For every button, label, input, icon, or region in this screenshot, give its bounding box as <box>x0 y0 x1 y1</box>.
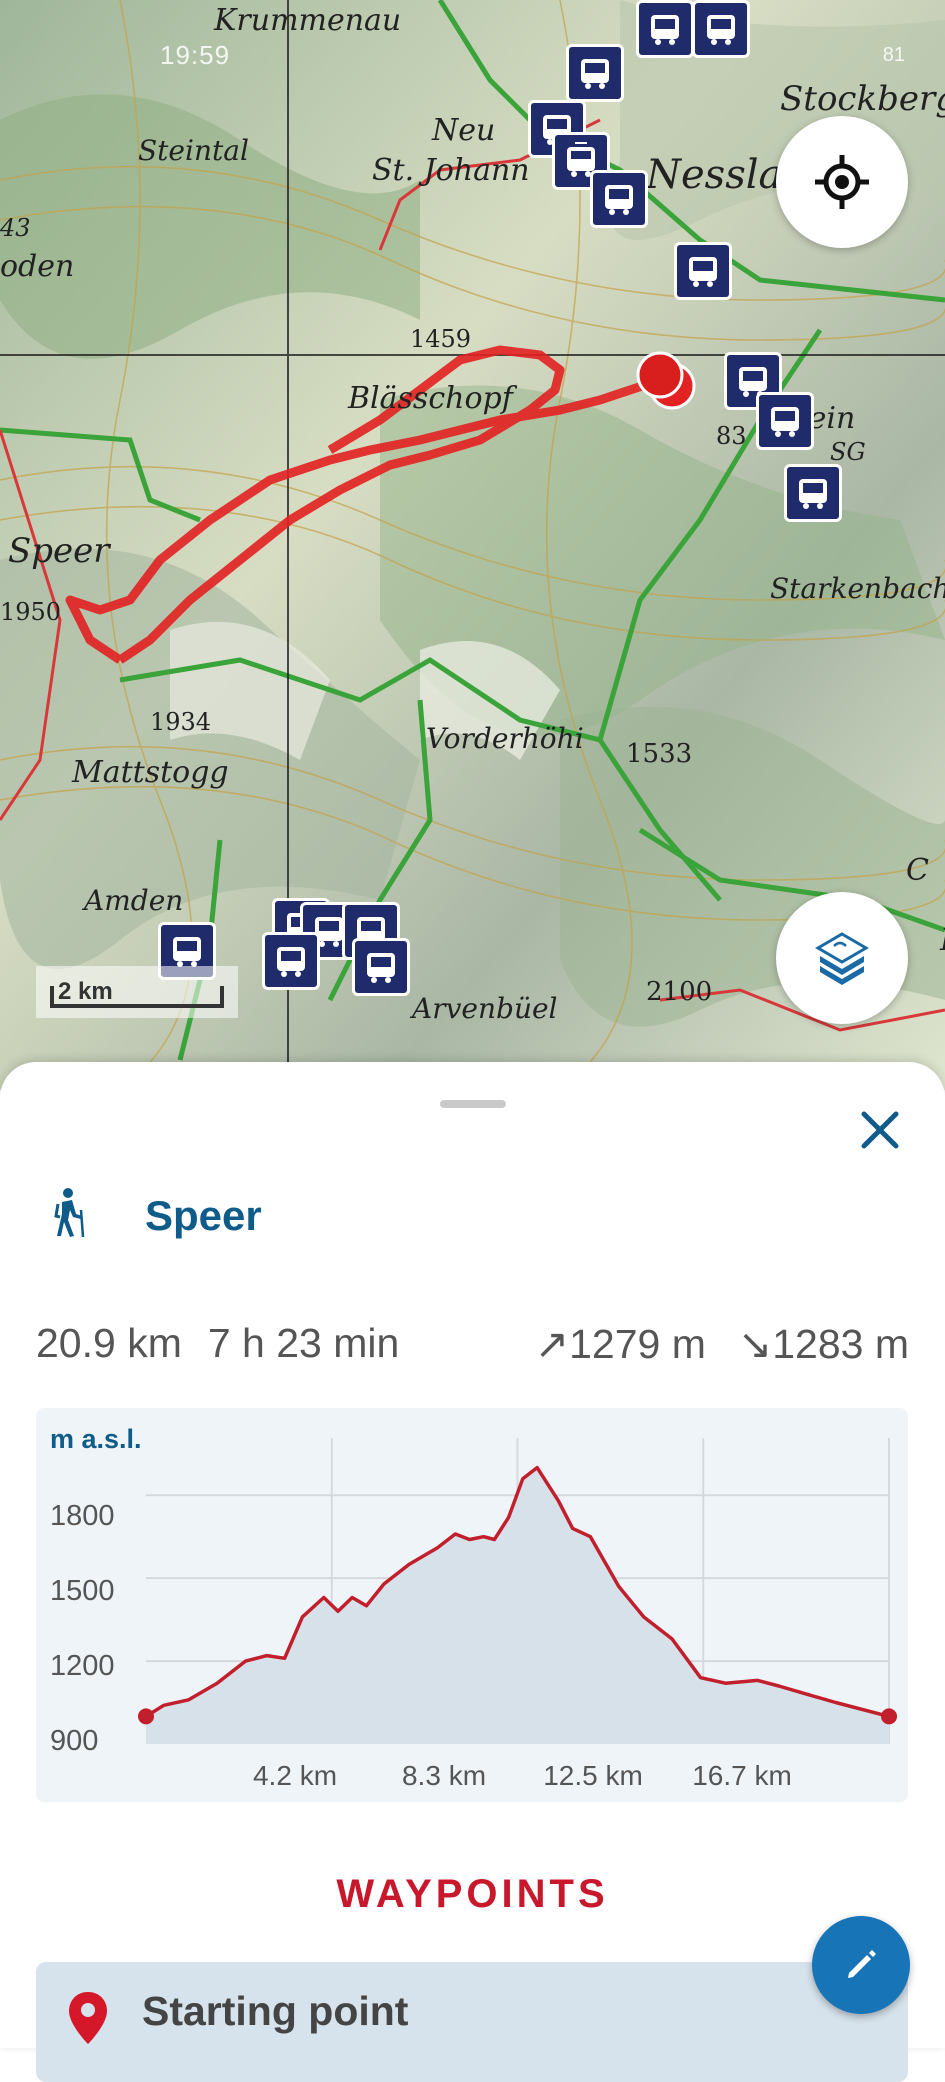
scale-label: 2 km <box>58 978 113 1005</box>
layers-icon <box>815 932 869 985</box>
map-view[interactable]: Krummenau Steintal Neu St. Johann Nessla… <box>0 0 945 1090</box>
bus-stop-marker[interactable] <box>262 932 320 990</box>
location-pin-icon <box>69 1992 107 2044</box>
sheet-drag-handle[interactable] <box>440 1100 506 1108</box>
bus-stop-marker[interactable] <box>352 938 410 996</box>
bus-stop-marker[interactable] <box>636 0 694 58</box>
svg-text:oden: oden <box>0 249 74 284</box>
status-time: 19:59 <box>160 40 231 70</box>
route-header <box>52 1188 86 1238</box>
end-point-marker <box>881 1708 897 1725</box>
svg-text:Stockberg: Stockberg <box>780 79 945 119</box>
waypoint-label: Starting point <box>142 1988 409 2034</box>
route-stats: 20.9 km 7 h 23 min ↗1279 m ↘1283 m <box>36 1320 909 1368</box>
bus-stop-marker[interactable] <box>590 170 648 228</box>
bus-stop-marker[interactable] <box>784 464 842 522</box>
svg-text:Leistchamm: Leistchamm <box>939 923 945 958</box>
svg-text:2100: 2100 <box>646 977 712 1007</box>
elevation-profile-chart[interactable]: m a.s.l. 1800 1500 1200 900 4.2 km 8.3 k… <box>36 1408 908 1802</box>
x-tick-label: 12.5 km <box>543 1760 643 1791</box>
locate-me-button[interactable] <box>776 116 908 248</box>
descent-value: 1283 m <box>772 1321 909 1367</box>
route-distance: 20.9 km <box>36 1320 182 1366</box>
svg-text:C: C <box>906 853 929 888</box>
svg-text:Blässchopf: Blässchopf <box>347 381 518 416</box>
crosshair-icon <box>815 155 869 209</box>
map-layers-button[interactable] <box>776 892 908 1024</box>
ascent-arrow-icon: ↗ <box>534 1321 570 1367</box>
svg-text:1459: 1459 <box>410 325 471 353</box>
bus-stop-marker[interactable] <box>674 242 732 300</box>
svg-text:SG: SG <box>830 438 866 466</box>
waypoint-item[interactable]: Starting point <box>36 1962 908 2082</box>
svg-text:Amden: Amden <box>81 884 183 917</box>
map-label: Krummenau <box>213 3 401 38</box>
svg-text:1950: 1950 <box>0 598 61 626</box>
pencil-icon <box>848 1950 876 1978</box>
svg-text:Starkenbach: Starkenbach <box>770 572 945 605</box>
svg-text:Steintal: Steintal <box>138 134 249 167</box>
x-tick-label: 8.3 km <box>401 1760 487 1791</box>
ascent-stat: ↗1279 m <box>535 1320 706 1368</box>
edit-route-button[interactable] <box>812 1916 910 2014</box>
bus-stop-marker[interactable] <box>566 44 624 102</box>
svg-text:Neu: Neu <box>431 113 495 148</box>
route-duration: 7 h 23 min <box>207 1320 400 1366</box>
svg-text:Vorderhöhi: Vorderhöhi <box>426 722 584 755</box>
svg-text:43: 43 <box>0 214 31 242</box>
battery-indicator: 81 <box>883 44 905 67</box>
elevation-area <box>146 1467 889 1744</box>
svg-text:83: 83 <box>716 422 747 450</box>
svg-text:1934: 1934 <box>150 708 211 736</box>
hiking-icon <box>54 1188 85 1238</box>
route-title: Speer <box>145 1192 262 1239</box>
battery-level: 81 <box>882 44 905 66</box>
descent-stat: ↘1283 m <box>738 1320 909 1368</box>
descent-arrow-icon: ↘ <box>737 1321 773 1367</box>
start-point-marker <box>138 1708 154 1725</box>
close-icon[interactable] <box>856 1106 904 1154</box>
elevation-plot <box>138 1438 897 1744</box>
svg-text:St. Johann: St. Johann <box>372 153 530 188</box>
svg-text:Mattstogg: Mattstogg <box>71 755 229 790</box>
ascent-value: 1279 m <box>569 1321 706 1367</box>
bus-stop-marker[interactable] <box>692 0 750 58</box>
x-tick-label: 16.7 km <box>692 1760 792 1791</box>
svg-text:Speer: Speer <box>8 531 111 571</box>
waypoints-heading: WAYPOINTS <box>336 1872 609 1916</box>
x-tick-label: 4.2 km <box>252 1760 338 1791</box>
bus-stop-marker[interactable] <box>756 392 814 450</box>
svg-text:Arvenbüel: Arvenbüel <box>409 992 558 1025</box>
svg-text:1533: 1533 <box>626 739 692 769</box>
map-scale-bar: 2 km <box>36 966 238 1018</box>
